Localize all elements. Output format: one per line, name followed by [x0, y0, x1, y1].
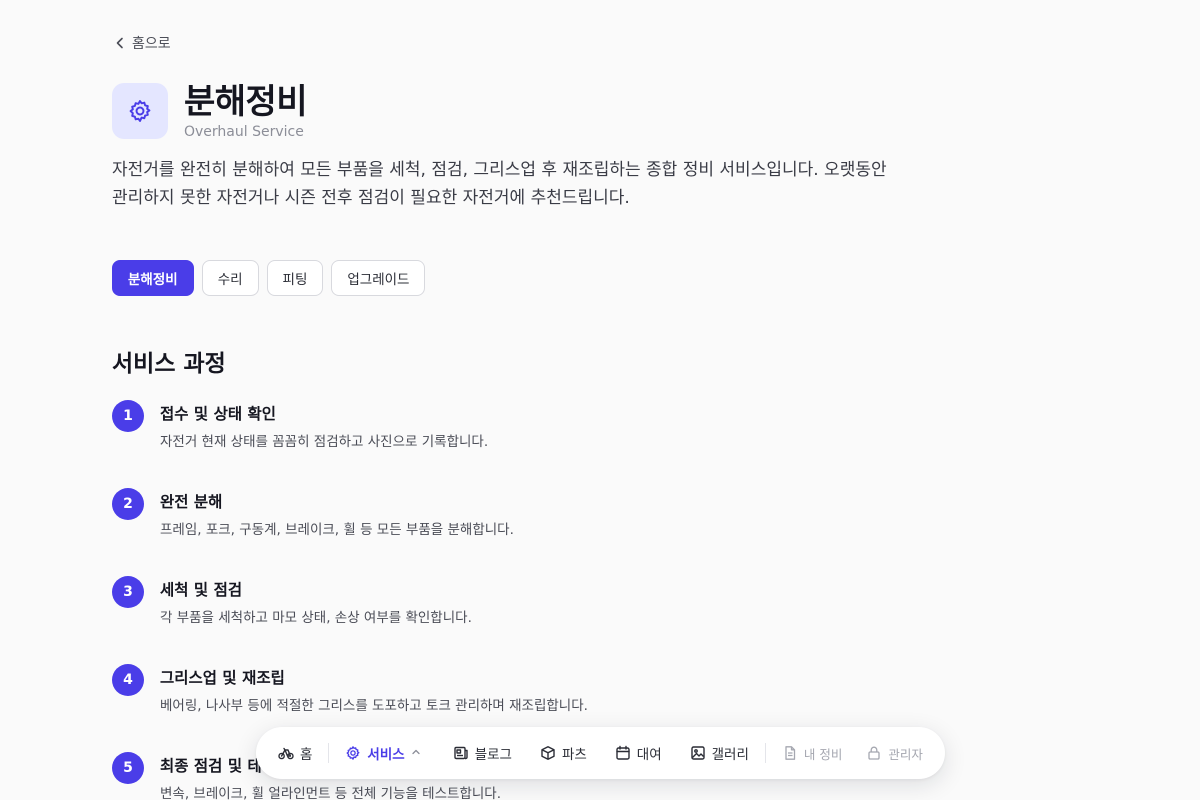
back-to-home-link[interactable]: 홈으로 [114, 33, 171, 53]
step-description: 베어링, 나사부 등에 적절한 그리스를 도포하고 토크 관리하며 재조립합니다… [160, 698, 588, 714]
back-link-label: 홈으로 [132, 36, 171, 52]
nav-divider [328, 743, 330, 763]
bicycle-icon [278, 747, 294, 760]
image-icon [690, 746, 705, 760]
nav-home-label: 홈 [300, 747, 313, 763]
nav-my-service-label: 내 정비 [803, 746, 843, 762]
newspaper-icon [453, 746, 468, 760]
page-subtitle: Overhaul Service [184, 124, 304, 140]
step-number-badge: 4 [112, 664, 144, 696]
service-header: 분해정비 Overhaul Service [112, 82, 308, 140]
nav-gallery-label: 갤러리 [711, 747, 749, 763]
step-description: 프레임, 포크, 구동계, 브레이크, 휠 등 모든 부품을 분해합니다. [160, 522, 514, 538]
nav-gallery[interactable]: 갤러리 [690, 743, 749, 763]
page-title: 분해정비 [184, 82, 308, 122]
nav-blog[interactable]: 블로그 [453, 743, 512, 763]
box-icon [541, 746, 555, 760]
nav-admin[interactable]: 관리자 [866, 744, 923, 763]
tab-overhaul[interactable]: 분해정비 [112, 260, 194, 296]
nav-services-label: 서비스 [367, 747, 405, 763]
calendar-icon [616, 745, 630, 760]
lock-icon [868, 746, 881, 760]
step-number-badge: 1 [112, 400, 144, 432]
step-title: 접수 및 상태 확인 [160, 405, 277, 423]
process-step: 2 완전 분해 프레임, 포크, 구동계, 브레이크, 휠 등 모든 부품을 분… [112, 488, 912, 576]
step-description: 각 부품을 세척하고 마모 상태, 손상 여부를 확인합니다. [160, 610, 472, 626]
gear-icon [112, 83, 168, 139]
chevron-left-icon [116, 37, 123, 49]
process-step: 1 접수 및 상태 확인 자전거 현재 상태를 꼼꼼히 점검하고 사진으로 기록… [112, 400, 912, 488]
step-number-badge: 5 [112, 752, 144, 784]
nav-rental-label: 대여 [636, 747, 662, 763]
gear-icon [346, 746, 360, 760]
nav-services[interactable]: 서비스 [345, 743, 420, 763]
service-description: 자전거를 완전히 분해하여 모든 부품을 세척, 점검, 그리스업 후 재조립하… [112, 160, 887, 208]
nav-parts[interactable]: 파츠 [540, 743, 587, 763]
nav-admin-label: 관리자 [888, 746, 923, 762]
step-title: 그리스업 및 재조립 [160, 669, 285, 687]
bottom-nav-bar: 홈 서비스 블로그 파츠 대여 갤러리 내 정비 관리자 [256, 727, 945, 779]
nav-divider [764, 743, 766, 763]
step-number-badge: 3 [112, 576, 144, 608]
step-description: 자전거 현재 상태를 꼼꼼히 점검하고 사진으로 기록합니다. [160, 434, 489, 450]
step-title: 최종 점검 및 테 [160, 757, 262, 775]
document-icon [785, 746, 796, 760]
section-title: 서비스 과정 [112, 351, 226, 377]
process-step: 3 세척 및 점검 각 부품을 세척하고 마모 상태, 손상 여부를 확인합니다… [112, 576, 912, 664]
step-number-badge: 2 [112, 488, 144, 520]
tab-upgrade[interactable]: 업그레이드 [331, 260, 426, 296]
tab-repair[interactable]: 수리 [201, 260, 259, 296]
step-description: 변속, 브레이크, 휠 얼라인먼트 등 전체 기능을 테스트합니다. [160, 786, 501, 800]
tab-fitting[interactable]: 피팅 [266, 260, 324, 296]
nav-parts-label: 파츠 [561, 747, 587, 763]
chevron-up-icon [411, 745, 421, 761]
nav-home[interactable]: 홈 [278, 743, 312, 763]
step-title: 세척 및 점검 [160, 581, 243, 599]
nav-my-service[interactable]: 내 정비 [782, 744, 842, 763]
nav-blog-label: 블로그 [474, 747, 512, 763]
nav-rental[interactable]: 대여 [615, 743, 662, 763]
step-title: 완전 분해 [160, 493, 223, 511]
service-detail-page: 홈으로 분해정비 Overhaul Service 자전거를 완전히 분해하여 … [0, 0, 1200, 800]
service-tabs: 분해정비 수리 피팅 업그레이드 [112, 260, 426, 296]
